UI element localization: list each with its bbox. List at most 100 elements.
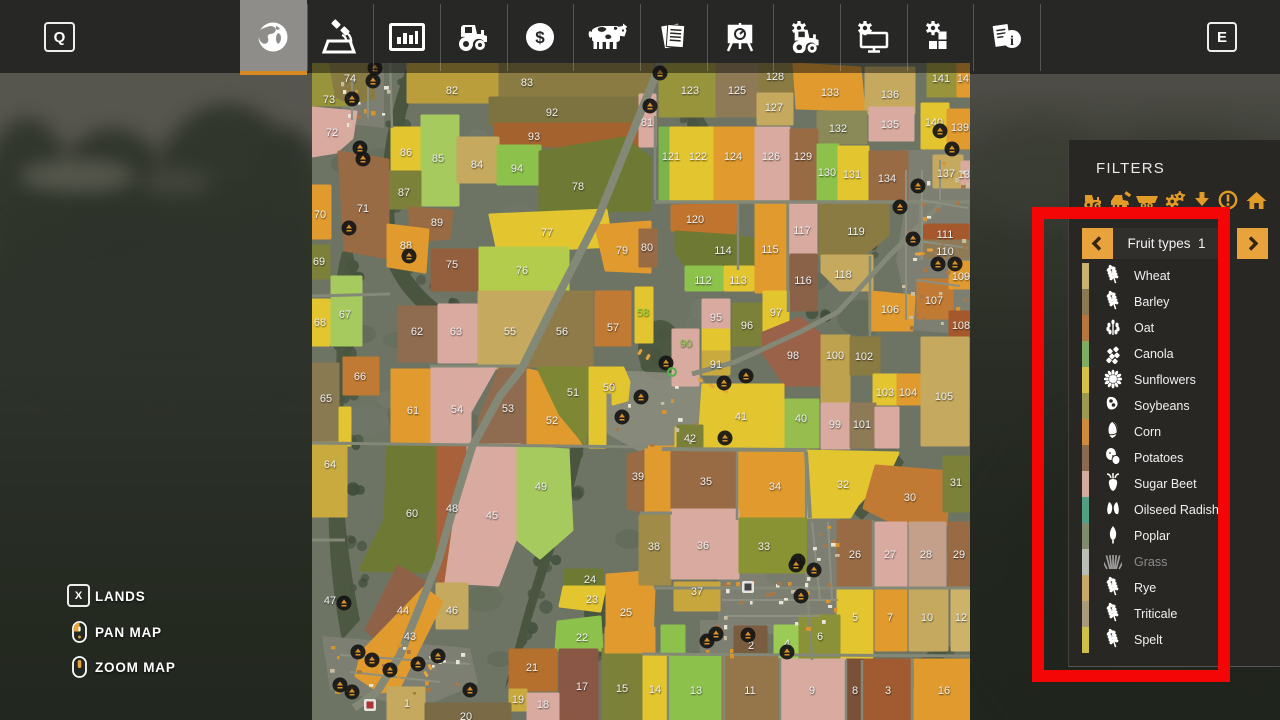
svg-text:12: 12 (955, 612, 967, 624)
svg-text:38: 38 (648, 541, 660, 553)
svg-text:106: 106 (881, 304, 899, 316)
svg-text:89: 89 (431, 217, 443, 229)
svg-text:98: 98 (787, 350, 799, 362)
svg-text:137: 137 (937, 168, 955, 180)
svg-text:95: 95 (710, 312, 722, 324)
svg-text:65: 65 (320, 393, 332, 405)
svg-text:35: 35 (700, 476, 712, 488)
svg-text:77: 77 (541, 227, 553, 239)
svg-text:104: 104 (899, 387, 917, 399)
svg-text:29: 29 (953, 549, 965, 561)
svg-text:27: 27 (884, 549, 896, 561)
svg-text:20: 20 (460, 711, 472, 720)
svg-text:119: 119 (847, 226, 865, 238)
svg-text:129: 129 (794, 151, 812, 163)
svg-text:43: 43 (404, 631, 416, 643)
svg-text:127: 127 (765, 102, 783, 114)
svg-text:34: 34 (769, 481, 781, 493)
svg-text:40: 40 (795, 413, 807, 425)
svg-text:9: 9 (809, 685, 815, 697)
svg-text:25: 25 (620, 607, 632, 619)
svg-text:17: 17 (576, 681, 588, 693)
svg-text:30: 30 (904, 492, 916, 504)
svg-text:87: 87 (398, 187, 410, 199)
svg-text:112: 112 (694, 275, 712, 287)
svg-text:136: 136 (881, 89, 899, 101)
svg-text:78: 78 (572, 181, 584, 193)
svg-text:91: 91 (710, 359, 722, 371)
svg-text:52: 52 (546, 415, 558, 427)
svg-text:93: 93 (528, 131, 540, 143)
svg-text:$: $ (535, 28, 545, 47)
svg-text:75: 75 (446, 259, 458, 271)
svg-text:115: 115 (761, 244, 779, 256)
svg-text:56: 56 (556, 326, 568, 338)
svg-text:46: 46 (446, 605, 458, 617)
svg-text:58: 58 (637, 307, 649, 319)
svg-text:121: 121 (662, 151, 680, 163)
svg-text:84: 84 (471, 159, 483, 171)
svg-text:82: 82 (446, 85, 458, 97)
svg-text:68: 68 (314, 317, 326, 329)
svg-text:131: 131 (843, 169, 861, 181)
svg-text:48: 48 (446, 503, 458, 515)
svg-text:66: 66 (354, 371, 366, 383)
svg-text:122: 122 (689, 151, 707, 163)
svg-text:135: 135 (881, 119, 899, 131)
svg-text:47: 47 (324, 595, 336, 607)
svg-text:11: 11 (744, 685, 755, 697)
svg-text:113: 113 (729, 275, 747, 287)
svg-text:41: 41 (735, 411, 747, 423)
svg-text:141: 141 (932, 73, 950, 85)
svg-text:126: 126 (762, 151, 780, 163)
svg-text:45: 45 (486, 510, 498, 522)
svg-text:51: 51 (567, 387, 579, 399)
svg-text:13: 13 (690, 685, 702, 697)
svg-text:90: 90 (680, 338, 692, 350)
svg-text:14: 14 (649, 684, 661, 696)
svg-text:103: 103 (876, 387, 894, 399)
svg-text:63: 63 (450, 326, 462, 338)
svg-text:96: 96 (741, 320, 753, 332)
svg-text:73: 73 (323, 94, 335, 106)
svg-text:10: 10 (921, 612, 933, 624)
svg-text:37: 37 (691, 586, 703, 598)
svg-text:3: 3 (885, 685, 891, 697)
svg-text:124: 124 (724, 151, 742, 163)
svg-text:61: 61 (407, 405, 419, 417)
svg-text:19: 19 (512, 694, 524, 706)
svg-text:105: 105 (935, 391, 953, 403)
svg-text:80: 80 (641, 242, 653, 254)
svg-text:118: 118 (834, 269, 852, 281)
svg-text:55: 55 (504, 326, 516, 338)
svg-text:72: 72 (326, 127, 338, 139)
svg-text:22: 22 (576, 632, 588, 644)
svg-text:57: 57 (607, 322, 619, 334)
svg-text:81: 81 (641, 117, 653, 129)
svg-text:26: 26 (849, 549, 861, 561)
svg-text:60: 60 (406, 508, 418, 520)
svg-text:36: 36 (697, 540, 709, 552)
svg-text:16: 16 (938, 685, 950, 697)
svg-text:100: 100 (826, 350, 844, 362)
svg-text:21: 21 (526, 662, 538, 674)
svg-text:109: 109 (952, 271, 970, 283)
svg-text:102: 102 (855, 351, 873, 363)
svg-text:116: 116 (794, 275, 812, 287)
svg-text:132: 132 (829, 123, 847, 135)
svg-text:110: 110 (936, 246, 954, 258)
svg-text:50: 50 (603, 382, 615, 394)
svg-text:138: 138 (958, 169, 970, 181)
svg-text:54: 54 (451, 404, 463, 416)
svg-text:31: 31 (950, 477, 962, 489)
svg-text:94: 94 (511, 163, 523, 175)
svg-text:32: 32 (837, 479, 849, 491)
svg-text:71: 71 (357, 203, 369, 215)
svg-text:120: 120 (686, 214, 704, 226)
svg-text:79: 79 (616, 245, 628, 257)
svg-text:97: 97 (770, 307, 782, 319)
svg-text:74: 74 (344, 73, 356, 85)
svg-text:49: 49 (535, 481, 547, 493)
svg-text:5: 5 (852, 612, 858, 624)
svg-text:134: 134 (878, 173, 896, 185)
